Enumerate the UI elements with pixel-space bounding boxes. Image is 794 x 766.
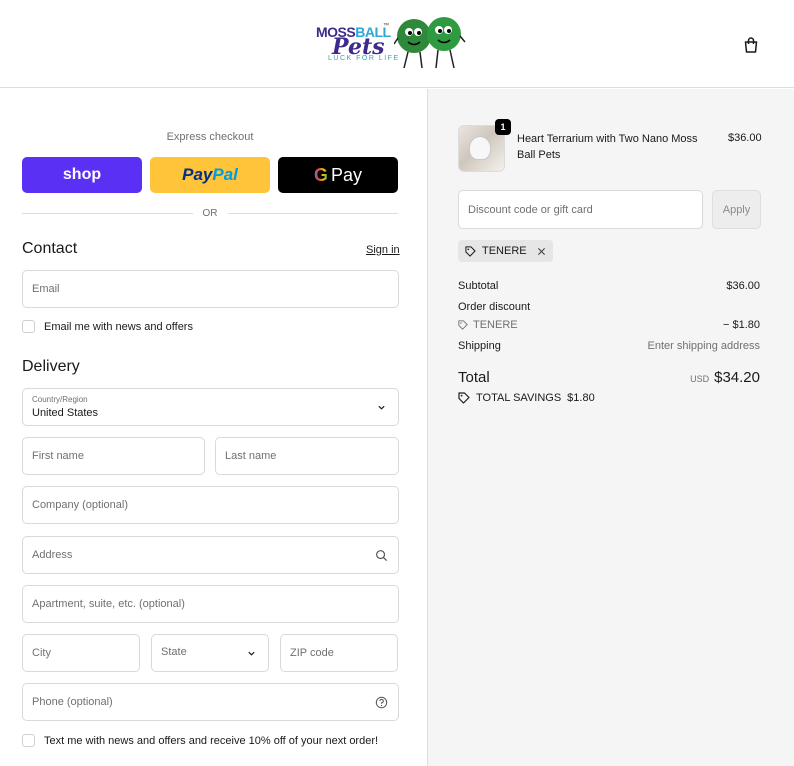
help-icon[interactable] (375, 696, 388, 709)
subtotal-value: $36.00 (726, 280, 760, 292)
contact-heading: Contact (22, 240, 78, 257)
country-label: Country/Region (32, 395, 88, 404)
chevron-down-icon (378, 405, 385, 410)
total-savings-label: TOTAL SAVINGS (476, 392, 562, 404)
applied-discount-chip: TENERE (458, 240, 553, 262)
tag-icon (465, 245, 476, 257)
country-select[interactable]: Country/Region United States (22, 388, 399, 426)
checkout-form: Express checkout shop Pay Pal G Pay OR Con… (0, 89, 427, 766)
order-summary: 1 Heart Terrarium with Two Nano Moss Bal… (427, 89, 794, 766)
apply-discount-button[interactable]: Apply (712, 190, 761, 229)
paypal-label-pay: Pay (182, 165, 213, 184)
search-icon (376, 550, 388, 562)
store-logo[interactable]: MOSSBALL ™ Pets LUCK FOR LIFE (316, 14, 468, 74)
tag-icon (458, 320, 468, 330)
last-name-input[interactable] (216, 438, 398, 474)
email-news-option[interactable]: Email me with news and offers (22, 320, 193, 333)
phone-input[interactable] (23, 684, 398, 720)
email-field[interactable] (22, 270, 399, 308)
page-header: MOSSBALL ™ Pets LUCK FOR LIFE (0, 0, 794, 88)
discount-code-field[interactable] (458, 190, 703, 229)
country-value: United States (32, 407, 99, 419)
logo-trademark: ™ (383, 23, 389, 29)
subtotal-label: Subtotal (458, 280, 499, 292)
text-offers-option[interactable]: Text me with news and offers and receive… (22, 734, 378, 747)
city-input[interactable] (23, 635, 139, 671)
quantity-badge: 1 (495, 119, 511, 135)
shop-pay-label: shop (62, 166, 102, 183)
divider-line-right (227, 212, 398, 214)
shipping-label: Shipping (458, 340, 501, 352)
zip-field[interactable] (280, 634, 398, 672)
order-discount-label: Order discount (458, 301, 531, 313)
first-name-input[interactable] (23, 438, 204, 474)
or-label: OR (202, 207, 218, 219)
shopping-bag-icon[interactable] (742, 36, 760, 54)
google-pay-label: Pay (330, 164, 363, 185)
total-label: Total (458, 369, 490, 386)
sign-in-link[interactable]: Sign in (366, 244, 400, 256)
shop-pay-button[interactable]: shop (22, 157, 142, 193)
state-placeholder: State (161, 646, 187, 658)
address-input[interactable] (23, 537, 398, 573)
applied-discount-code: TENERE (482, 245, 527, 257)
terrarium-image (469, 136, 491, 160)
discount-amount: − $1.80 (722, 319, 760, 331)
paypal-label-pal: Pal (212, 165, 238, 184)
text-offers-checkbox[interactable] (22, 734, 35, 747)
moss-ball-mascots-icon (394, 17, 466, 69)
total-amount: USD $34.20 (690, 369, 760, 386)
divider-line-left (22, 212, 193, 214)
product-name: Heart Terrarium with Two Nano Moss Ball … (517, 133, 698, 161)
email-news-label: Email me with news and offers (44, 320, 193, 333)
state-select[interactable]: State (151, 634, 269, 672)
email-news-checkbox[interactable] (22, 320, 35, 333)
zip-input[interactable] (281, 635, 397, 671)
apartment-input[interactable] (23, 586, 398, 622)
text-offers-label: Text me with news and offers and receive… (44, 734, 379, 747)
apartment-field[interactable] (22, 585, 399, 623)
first-name-field[interactable] (22, 437, 205, 475)
logo-tagline: LUCK FOR LIFE (328, 55, 400, 62)
chevron-down-icon (248, 651, 255, 656)
total-value: $34.20 (714, 369, 760, 386)
phone-field[interactable] (22, 683, 399, 721)
shipping-value: Enter shipping address (647, 340, 760, 352)
google-g-icon: G (313, 164, 328, 185)
email-input[interactable] (23, 271, 398, 307)
delivery-heading: Delivery (22, 358, 80, 375)
paypal-button[interactable]: Pay Pal (150, 157, 270, 193)
discount-code-row: TENERE (458, 319, 518, 331)
or-divider: OR (22, 206, 398, 220)
remove-discount-icon[interactable] (537, 247, 546, 256)
google-pay-button[interactable]: G Pay (278, 157, 398, 193)
company-field[interactable] (22, 486, 399, 524)
last-name-field[interactable] (215, 437, 399, 475)
total-savings: TOTAL SAVINGS $1.80 (458, 392, 595, 404)
address-field[interactable] (22, 536, 399, 574)
total-currency: USD (690, 374, 710, 384)
company-input[interactable] (23, 487, 398, 523)
discount-code-name: TENERE (473, 319, 518, 331)
city-field[interactable] (22, 634, 140, 672)
express-checkout-label: Express checkout (166, 131, 254, 143)
discount-code-input[interactable] (459, 191, 702, 228)
product-price: $36.00 (728, 132, 762, 144)
total-savings-value: $1.80 (567, 392, 595, 404)
savings-tag-icon (458, 392, 470, 404)
